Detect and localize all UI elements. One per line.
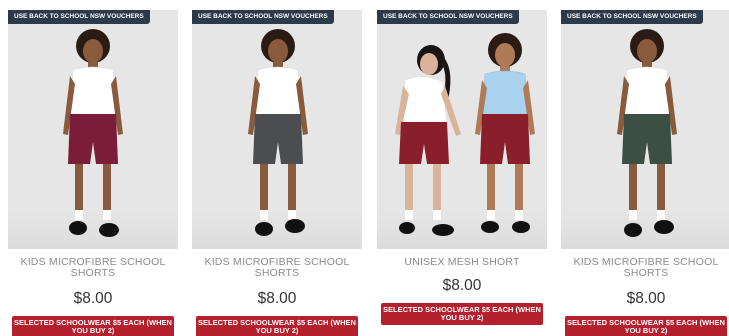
promo-banner[interactable]: SELECTED SCHOOLWEAR $5 EACH (WHEN YOU BU… [381, 303, 543, 325]
product-title[interactable]: KIDS MICROFIBRE SCHOOL SHORTS [12, 257, 174, 279]
product-image[interactable]: USE BACK TO SCHOOL NSW VOUCHERS [192, 10, 362, 249]
shorts [68, 114, 118, 164]
shorts [622, 114, 672, 164]
voucher-badge: USE BACK TO SCHOOL NSW VOUCHERS [8, 10, 150, 24]
product-card[interactable]: USE BACK TO SCHOOL NSW VOUCHERS KIDS MIC… [561, 10, 729, 336]
promo-banner[interactable]: SELECTED SCHOOLWEAR $5 EACH (WHEN YOU BU… [12, 316, 174, 336]
voucher-badge: USE BACK TO SCHOOL NSW VOUCHERS [561, 10, 703, 24]
model-figure [53, 24, 133, 239]
promo-banner[interactable]: SELECTED SCHOOLWEAR $5 EACH (WHEN YOU BU… [196, 316, 358, 336]
product-grid: USE BACK TO SCHOOL NSW VOUCHERS KIDS MIC… [8, 10, 729, 336]
model-figure [465, 28, 545, 243]
model-figure [607, 24, 687, 239]
product-price: $8.00 [442, 277, 482, 294]
model-figure [387, 38, 467, 243]
shorts [399, 122, 449, 164]
product-image[interactable]: USE BACK TO SCHOOL NSW VOUCHERS [377, 10, 547, 249]
shorts [480, 114, 530, 164]
product-price: $8.00 [257, 290, 297, 307]
voucher-badge: USE BACK TO SCHOOL NSW VOUCHERS [192, 10, 334, 24]
voucher-badge: USE BACK TO SCHOOL NSW VOUCHERS [377, 10, 519, 24]
product-card[interactable]: USE BACK TO SCHOOL NSW VOUCHERS UNISEX M… [377, 10, 547, 336]
product-title[interactable]: KIDS MICROFIBRE SCHOOL SHORTS [196, 257, 358, 279]
product-card[interactable]: USE BACK TO SCHOOL NSW VOUCHERS KIDS MIC… [192, 10, 362, 336]
model-figure [238, 24, 318, 239]
product-price: $8.00 [73, 290, 113, 307]
product-image[interactable]: USE BACK TO SCHOOL NSW VOUCHERS [561, 10, 729, 249]
shorts [253, 114, 303, 164]
product-price: $8.00 [626, 290, 666, 307]
promo-banner[interactable]: SELECTED SCHOOLWEAR $5 EACH (WHEN YOU BU… [565, 316, 727, 336]
product-title[interactable]: UNISEX MESH SHORT [381, 257, 543, 268]
product-image[interactable]: USE BACK TO SCHOOL NSW VOUCHERS [8, 10, 178, 249]
product-title[interactable]: KIDS MICROFIBRE SCHOOL SHORTS [565, 257, 727, 279]
product-card[interactable]: USE BACK TO SCHOOL NSW VOUCHERS KIDS MIC… [8, 10, 178, 336]
